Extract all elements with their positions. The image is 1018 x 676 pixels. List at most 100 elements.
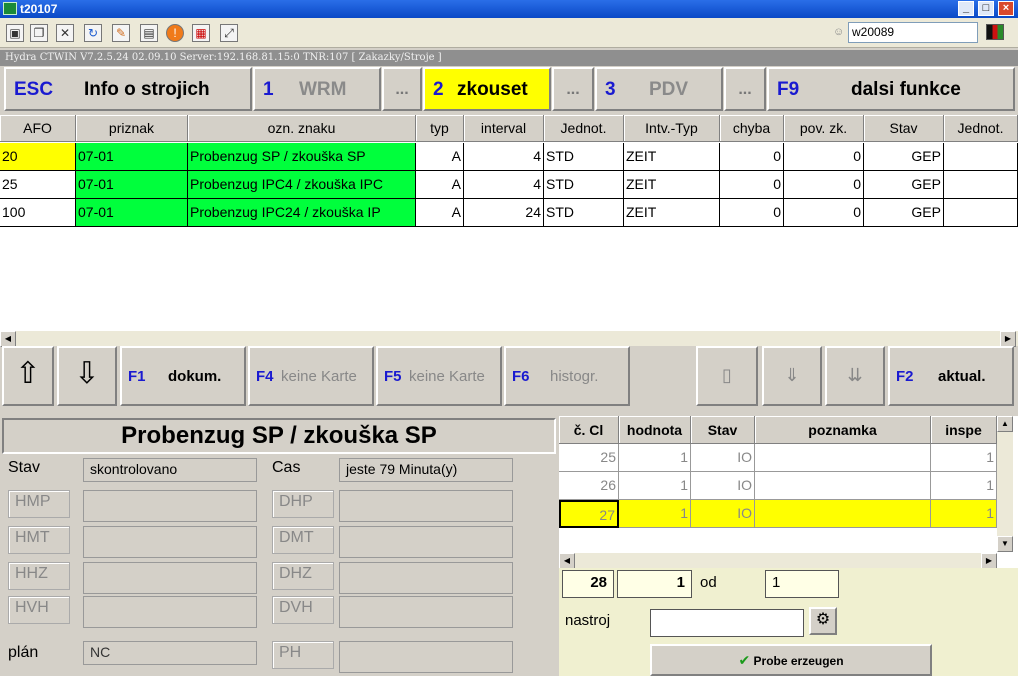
zkouset-button[interactable]: 2 zkouset bbox=[423, 67, 551, 111]
minimize-button[interactable]: _ bbox=[958, 1, 974, 16]
more-button-2[interactable]: ... bbox=[552, 67, 594, 111]
table-row[interactable]: 25 07-01 Probenzug IPC4 / zkouška IPC A … bbox=[0, 171, 1018, 199]
table-row[interactable]: 100 07-01 Probenzug IPC24 / zkouška IP A… bbox=[0, 199, 1018, 227]
cell-typ[interactable]: A bbox=[416, 199, 464, 227]
scroll-right-icon[interactable]: ▶ bbox=[1000, 331, 1016, 347]
f4-button[interactable]: F4 keine Karte bbox=[248, 346, 374, 406]
main-table-scrollbar[interactable]: ◀ ▶ bbox=[0, 330, 1018, 347]
maximize-button[interactable]: □ bbox=[978, 1, 994, 16]
cell-priznak[interactable]: 07-01 bbox=[76, 171, 188, 199]
move-down-button[interactable]: ⇩ bbox=[57, 346, 117, 406]
cell-ozn-znaku[interactable]: Probenzug IPC4 / zkouška IPC bbox=[188, 171, 416, 199]
move-up-button[interactable]: ⇧ bbox=[2, 346, 54, 406]
sample-cell[interactable] bbox=[755, 472, 931, 500]
user-field[interactable]: w20089 bbox=[848, 22, 978, 43]
cell-intv-typ[interactable]: ZEIT bbox=[624, 199, 720, 227]
column-header[interactable]: Stav bbox=[691, 416, 755, 444]
sample-cell[interactable]: 26 bbox=[559, 472, 619, 500]
column-header[interactable]: priznak bbox=[76, 115, 188, 142]
cell-jednot[interactable]: STD bbox=[544, 199, 624, 227]
more-button-3[interactable]: ... bbox=[724, 67, 766, 111]
column-header[interactable]: poznamka bbox=[755, 416, 931, 444]
column-header[interactable]: typ bbox=[416, 115, 464, 142]
column-header[interactable]: pov. zk. bbox=[784, 115, 864, 142]
cell-interval[interactable]: 4 bbox=[464, 171, 544, 199]
cell-intv-typ[interactable]: ZEIT bbox=[624, 143, 720, 171]
tool-select-button[interactable]: ⚙ bbox=[809, 607, 837, 635]
close-button[interactable]: × bbox=[998, 1, 1014, 16]
od-input[interactable]: 1 bbox=[765, 570, 839, 598]
cell-priznak[interactable]: 07-01 bbox=[76, 143, 188, 171]
scroll-left-icon[interactable]: ◀ bbox=[0, 331, 16, 347]
cell-afo[interactable]: 25 bbox=[0, 171, 76, 199]
cell-afo[interactable]: 100 bbox=[0, 199, 76, 227]
more-button-1[interactable]: ... bbox=[382, 67, 422, 111]
scroll-up-icon[interactable]: ▲ bbox=[997, 416, 1013, 432]
probe-erzeugen-button[interactable]: ✔ Probe erzeugen bbox=[650, 644, 932, 676]
histogr-button[interactable]: F6 histogr. bbox=[504, 346, 630, 406]
cell-pov-zk[interactable]: 0 bbox=[784, 171, 864, 199]
printer-icon[interactable]: ▤ bbox=[140, 24, 158, 42]
column-header[interactable]: hodnota bbox=[619, 416, 691, 444]
cell-chyba[interactable]: 0 bbox=[720, 143, 784, 171]
sample-cell[interactable]: IO bbox=[691, 500, 755, 528]
sample-cell[interactable]: IO bbox=[691, 444, 755, 472]
column-header[interactable]: Jednot. bbox=[544, 115, 624, 142]
column-header[interactable]: AFO bbox=[0, 115, 76, 142]
f5-button[interactable]: F5 keine Karte bbox=[376, 346, 502, 406]
column-header[interactable]: ozn. znaku bbox=[188, 115, 416, 142]
cell-pov-zk[interactable]: 0 bbox=[784, 199, 864, 227]
flag-icon[interactable] bbox=[986, 24, 1004, 40]
monitor-icon[interactable]: ▣ bbox=[6, 24, 24, 42]
column-header[interactable]: Intv.-Typ bbox=[624, 115, 720, 142]
cell-stav[interactable]: GEP bbox=[864, 171, 944, 199]
aktual-button[interactable]: F2 aktual. bbox=[888, 346, 1014, 406]
cell-ozn-znaku[interactable]: Probenzug IPC24 / zkouška IP bbox=[188, 199, 416, 227]
wrm-button[interactable]: 1 WRM bbox=[253, 67, 381, 111]
sample-cell[interactable]: 1 bbox=[931, 500, 997, 528]
network-icon[interactable]: ▦ bbox=[192, 24, 210, 42]
dokum-button[interactable]: F1 dokum. bbox=[120, 346, 246, 406]
cell-intv-typ[interactable]: ZEIT bbox=[624, 171, 720, 199]
scroll-right-icon[interactable]: ▶ bbox=[981, 553, 997, 569]
cell-chyba[interactable]: 0 bbox=[720, 171, 784, 199]
cell-priznak[interactable]: 07-01 bbox=[76, 199, 188, 227]
column-header[interactable]: Jednot. bbox=[944, 115, 1018, 142]
column-header[interactable]: č. Cl bbox=[559, 416, 619, 444]
windows-icon[interactable]: ❐ bbox=[30, 24, 48, 42]
column-header[interactable]: interval bbox=[464, 115, 544, 142]
sample-cell[interactable]: IO bbox=[691, 472, 755, 500]
cell-jednot-2[interactable] bbox=[944, 171, 1018, 199]
column-header[interactable]: Stav bbox=[864, 115, 944, 142]
cell-stav[interactable]: GEP bbox=[864, 199, 944, 227]
cell-typ[interactable]: A bbox=[416, 143, 464, 171]
column-header[interactable]: inspe bbox=[931, 416, 997, 444]
sample-cell[interactable]: 1 bbox=[931, 444, 997, 472]
table-row[interactable]: 20 07-01 Probenzug SP / zkouška SP A 4 S… bbox=[0, 143, 1018, 171]
cell-afo[interactable]: 20 bbox=[0, 143, 76, 171]
pdv-button[interactable]: 3 PDV bbox=[595, 67, 723, 111]
cell-typ[interactable]: A bbox=[416, 171, 464, 199]
scroll-down-icon[interactable]: ▼ bbox=[997, 536, 1013, 552]
sample-cell[interactable]: 1 bbox=[619, 472, 691, 500]
sample-table-vscroll[interactable]: ▲ ▼ bbox=[997, 416, 1013, 552]
refresh-icon[interactable]: ↻ bbox=[84, 24, 102, 42]
paint-icon[interactable]: ✎ bbox=[112, 24, 130, 42]
cell-jednot-2[interactable] bbox=[944, 143, 1018, 171]
sample-cell[interactable] bbox=[755, 500, 931, 528]
sample-cell[interactable]: 1 bbox=[619, 444, 691, 472]
sample-cell[interactable]: 27 bbox=[559, 500, 619, 528]
sample-cell[interactable]: 1 bbox=[931, 472, 997, 500]
sample-cell[interactable] bbox=[755, 444, 931, 472]
cell-interval[interactable]: 4 bbox=[464, 143, 544, 171]
cell-stav[interactable]: GEP bbox=[864, 143, 944, 171]
sample-table-hscroll[interactable]: ◀ ▶ bbox=[559, 552, 997, 569]
fullscreen-icon[interactable]: ⤢ bbox=[220, 24, 238, 42]
alert-icon[interactable]: ! bbox=[166, 24, 184, 42]
cell-jednot[interactable]: STD bbox=[544, 143, 624, 171]
cell-chyba[interactable]: 0 bbox=[720, 199, 784, 227]
cell-ozn-znaku[interactable]: Probenzug SP / zkouška SP bbox=[188, 143, 416, 171]
sample-cell[interactable]: 25 bbox=[559, 444, 619, 472]
cell-jednot[interactable]: STD bbox=[544, 171, 624, 199]
esc-button[interactable]: ESC Info o strojich bbox=[4, 67, 252, 111]
